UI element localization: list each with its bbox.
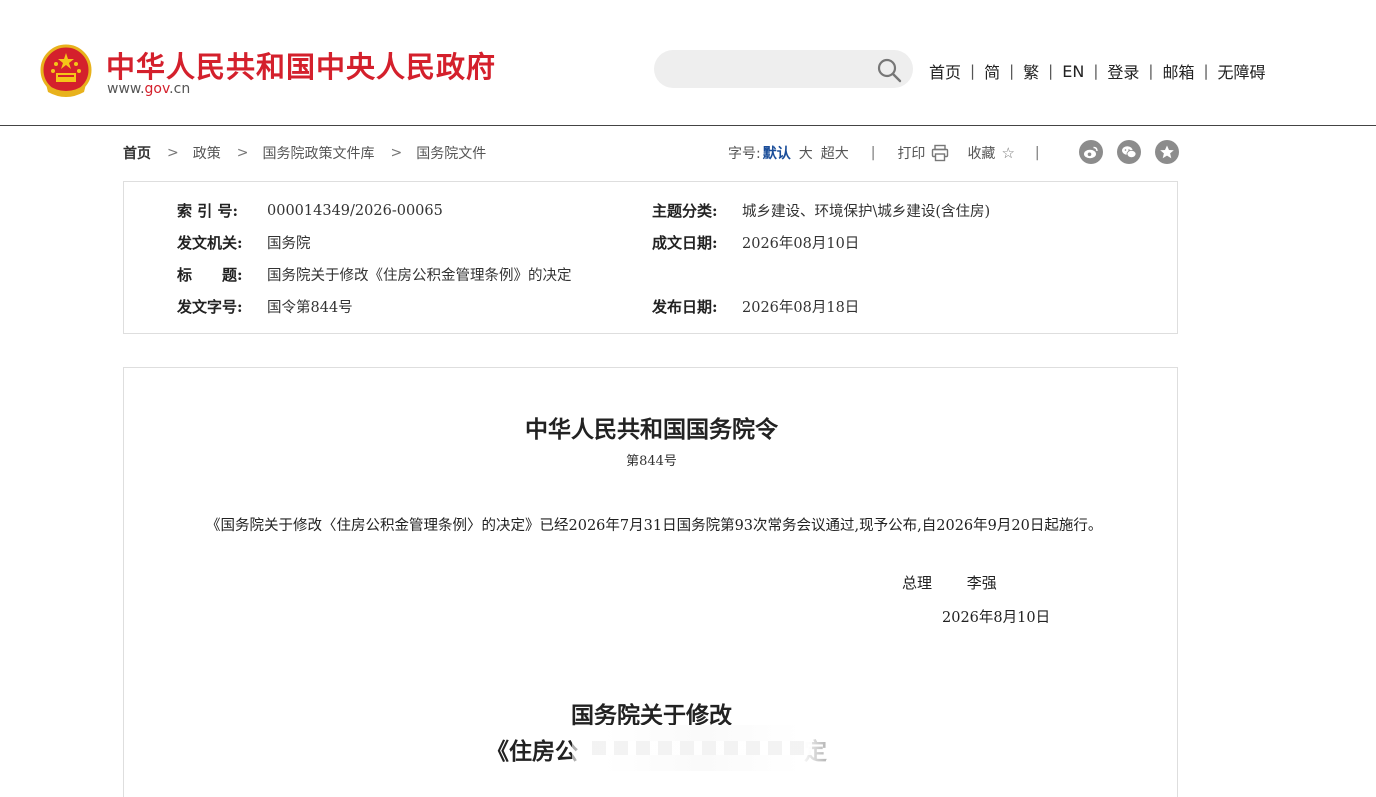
domain-gov: gov	[144, 81, 170, 97]
nav-separator: |	[1048, 62, 1054, 80]
document-metadata: 索 引 号: 000014349/2026-00065 主题分类: 城乡建设、环…	[123, 181, 1178, 334]
chevron-right-icon: >	[167, 145, 179, 161]
domain-suffix: .cn	[169, 81, 191, 97]
meta-label: 发文字号:	[177, 298, 243, 316]
nav-login[interactable]: 登录	[1107, 59, 1139, 83]
font-size-xlarge[interactable]: 超大	[821, 143, 849, 163]
breadcrumb-home[interactable]: 首页	[123, 143, 151, 163]
signer-name: 李强	[966, 574, 997, 592]
decision-subtitle-visible: 《住房公	[486, 738, 578, 765]
body-paragraph: 《国务院关于修改〈住房公积金管理条例〉的决定》已经2026年7月31日国务院第9…	[206, 518, 1103, 534]
meta-doc-number: 国令第844号	[267, 300, 353, 316]
meta-index-number: 000014349/2026-00065	[267, 202, 443, 219]
site-domain[interactable]: www.gov.cn	[107, 81, 190, 97]
tools-divider: |	[1034, 145, 1040, 161]
meta-topic: 城乡建设、环境保护\城乡建设(含住房)	[742, 204, 991, 220]
star-outline-icon[interactable]: ☆	[1001, 144, 1014, 162]
nav-home[interactable]: 首页	[929, 59, 961, 83]
breadcrumb-policy-library[interactable]: 国务院政策文件库	[262, 143, 374, 163]
site-title[interactable]: 中华人民共和国中央人民政府	[106, 44, 496, 86]
breadcrumb-policy[interactable]: 政策	[193, 143, 221, 163]
top-navigation: 首页 | 简 | 繁 | EN | 登录 | 邮箱 | 无障碍	[929, 59, 1266, 83]
nav-traditional[interactable]: 繁	[1023, 59, 1039, 83]
national-emblem-icon[interactable]	[40, 44, 92, 100]
meta-label: 主题分类:	[652, 202, 718, 220]
signature-date: 2026年8月10日	[942, 610, 1051, 626]
print-button[interactable]: 打印	[897, 143, 925, 163]
wechat-icon[interactable]	[1117, 140, 1141, 164]
meta-issuer-row: 发文机关: 国务院	[177, 232, 311, 253]
font-size-large[interactable]: 大	[799, 143, 813, 163]
signature-block: 总理 李强	[902, 572, 997, 593]
chevron-right-icon: >	[390, 145, 403, 161]
nav-separator: |	[1148, 62, 1154, 80]
nav-english[interactable]: EN	[1062, 62, 1084, 81]
meta-label: 发布日期:	[652, 298, 718, 316]
nav-separator: |	[1009, 62, 1015, 80]
meta-label: 成文日期:	[652, 234, 718, 252]
meta-topic-row: 主题分类: 城乡建设、环境保护\城乡建设(含住房)	[652, 200, 990, 221]
meta-label: 标 题:	[177, 266, 243, 284]
meta-index-row: 索 引 号: 000014349/2026-00065	[177, 200, 443, 221]
meta-title-row: 标 题: 国务院关于修改《住房公积金管理条例》的决定	[177, 264, 572, 285]
breadcrumb-state-council-docs[interactable]: 国务院文件	[416, 143, 486, 163]
meta-doc-number-row: 发文字号: 国令第844号	[177, 296, 353, 317]
nav-separator: |	[1203, 62, 1209, 80]
tools-divider: |	[870, 145, 876, 161]
nav-separator: |	[1093, 62, 1099, 80]
meta-written-date-row: 成文日期: 2026年08月10日	[652, 232, 859, 253]
favorite-star-icon[interactable]	[1155, 140, 1179, 164]
search-icon[interactable]	[876, 57, 902, 83]
meta-publish-date-row: 发布日期: 2026年08月18日	[652, 296, 859, 317]
loading-blur-overlay	[572, 725, 832, 771]
domain-prefix: www.	[107, 81, 145, 97]
nav-mail[interactable]: 邮箱	[1162, 59, 1194, 83]
order-title: 中华人民共和国国务院令	[525, 416, 778, 443]
chevron-right-icon: >	[236, 145, 249, 161]
signer-title: 总理	[902, 574, 933, 592]
document-content: 中华人民共和国国务院令 第844号 《国务院关于修改〈住房公积金管理条例〉的决定…	[123, 367, 1178, 797]
search-input[interactable]	[654, 50, 913, 88]
font-size-label: 字号:	[728, 146, 761, 162]
font-size-default[interactable]: 默认	[763, 143, 791, 163]
meta-issuer: 国务院	[267, 236, 311, 252]
meta-label: 索 引 号:	[177, 202, 238, 220]
nav-simplified[interactable]: 简	[984, 59, 1000, 83]
site-header: 中华人民共和国中央人民政府 www.gov.cn 首页 | 简 | 繁 | EN…	[0, 0, 1376, 126]
meta-label: 发文机关:	[177, 234, 243, 252]
printer-icon[interactable]	[931, 144, 949, 162]
nav-accessibility[interactable]: 无障碍	[1218, 59, 1266, 83]
meta-title: 国务院关于修改《住房公积金管理条例》的决定	[267, 268, 572, 284]
weibo-icon[interactable]	[1079, 140, 1103, 164]
order-number: 第844号	[626, 454, 677, 469]
breadcrumb: 首页 > 政策 > 国务院政策文件库 > 国务院文件	[123, 144, 486, 162]
meta-publish-date: 2026年08月18日	[742, 300, 860, 316]
nav-separator: |	[970, 62, 976, 80]
favorite-button[interactable]: 收藏	[967, 143, 995, 163]
meta-written-date: 2026年08月10日	[742, 236, 860, 252]
page-tools: 字号: 默认 大 超大 | 打印 收藏 ☆ |	[728, 143, 1040, 163]
